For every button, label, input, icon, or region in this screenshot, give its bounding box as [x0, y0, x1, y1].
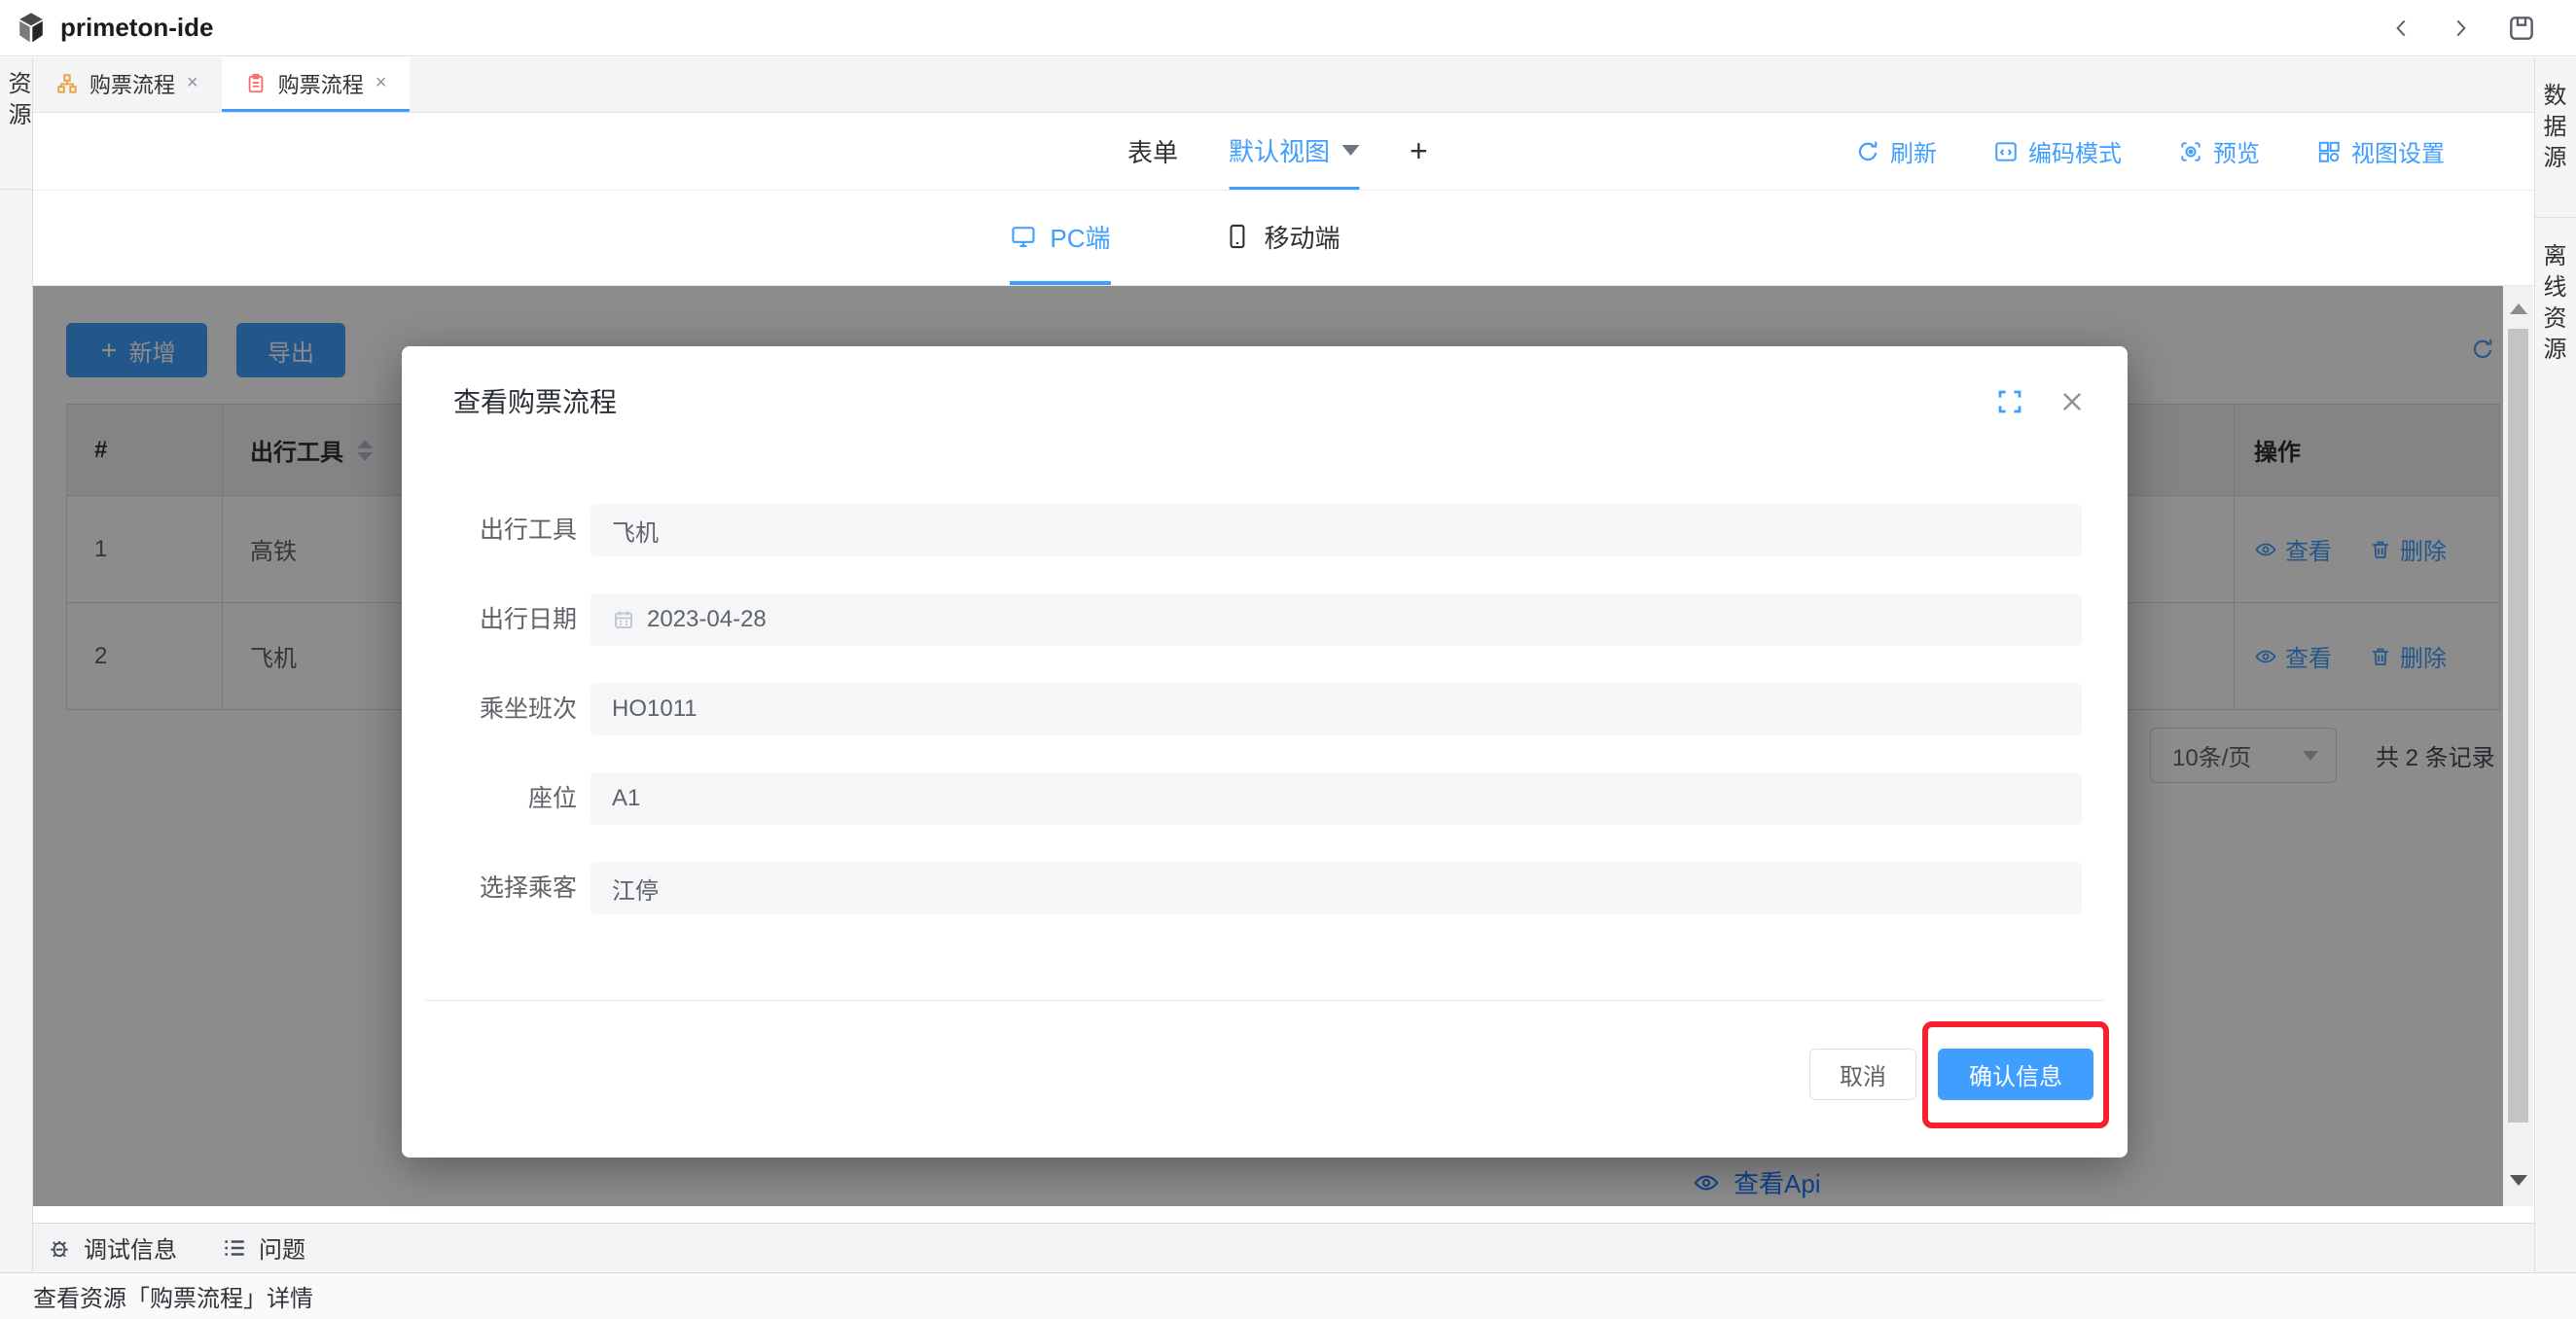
travel-date-field[interactable]: 2023-04-28 [590, 593, 2082, 646]
close-tab-icon[interactable]: × [187, 72, 198, 94]
bug-icon [47, 1235, 72, 1261]
grid-settings-icon [2316, 139, 2342, 164]
field-label: 乘坐班次 [402, 683, 577, 735]
rail-offline-resources[interactable]: 离线资源 [2535, 218, 2576, 409]
debug-info-button[interactable]: 调试信息 [47, 1230, 177, 1265]
field-label: 选择乘客 [402, 862, 577, 914]
passenger-field[interactable]: 江停 [590, 862, 2082, 914]
tab-mobile[interactable]: 移动端 [1224, 192, 1341, 285]
primeton-logo-icon [16, 12, 47, 45]
confirm-info-button[interactable]: 确认信息 [1938, 1049, 2093, 1100]
refresh-button[interactable]: 刷新 [1855, 134, 1937, 168]
field-label: 出行日期 [402, 593, 577, 646]
form-menu[interactable]: 表单 [1127, 133, 1178, 169]
tab-form-active[interactable]: 购票流程 × [222, 57, 411, 112]
history-back-icon[interactable] [2389, 16, 2415, 41]
field-row: 选择乘客 江停 [402, 862, 2128, 914]
view-toolbar: 表单 默认视图 + 刷新 编码模式 预览 视图设置 [33, 113, 2534, 191]
view-settings-button[interactable]: 视图设置 [2316, 134, 2445, 168]
calendar-icon [612, 608, 635, 631]
code-window-icon [1993, 139, 2019, 164]
scroll-up-icon[interactable] [2510, 303, 2527, 314]
status-bar: 查看资源「购票流程」详情 [0, 1272, 2576, 1319]
list-icon [222, 1235, 247, 1261]
monitor-icon [1009, 223, 1036, 250]
preview-button[interactable]: 预览 [2178, 134, 2260, 168]
field-row: 出行工具 飞机 [402, 504, 2128, 556]
field-row: 出行日期 2023-04-28 [402, 593, 2128, 646]
problems-button[interactable]: 问题 [222, 1230, 305, 1265]
debug-bar: 调试信息 问题 [33, 1223, 2534, 1271]
phone-icon [1224, 223, 1251, 250]
flight-number-field[interactable]: HO1011 [590, 683, 2082, 735]
rail-datasource[interactable]: 数据源 [2535, 57, 2576, 218]
add-view-button[interactable]: + [1410, 133, 1428, 169]
refresh-icon [1855, 139, 1880, 164]
tab-label: 购票流程 [89, 68, 175, 99]
cancel-button[interactable]: 取消 [1809, 1049, 1916, 1100]
travel-tool-field[interactable]: 飞机 [590, 504, 2082, 556]
save-icon[interactable] [2506, 13, 2537, 44]
history-forward-icon[interactable] [2448, 16, 2473, 41]
chevron-down-icon [1342, 145, 1359, 156]
code-mode-button[interactable]: 编码模式 [1993, 134, 2122, 168]
scroll-down-icon[interactable] [2510, 1175, 2527, 1186]
default-view-selector[interactable]: 默认视图 [1229, 113, 1359, 190]
close-tab-icon[interactable]: × [376, 72, 387, 94]
field-label: 座位 [402, 772, 577, 825]
dialog-title: 查看购票流程 [453, 381, 617, 420]
preview-eye-icon [2178, 139, 2203, 164]
workflow-icon [56, 73, 78, 94]
scrollbar-thumb[interactable] [2508, 329, 2528, 1123]
app-title: primeton-ide [60, 13, 213, 43]
device-tabs: PC端 移动端 [33, 192, 2534, 286]
close-icon[interactable] [2057, 387, 2087, 416]
status-message: 查看资源「购票流程」详情 [33, 1279, 313, 1313]
form-doc-icon [245, 73, 267, 94]
field-label: 出行工具 [402, 504, 577, 556]
tab-flow[interactable]: 购票流程 × [33, 57, 222, 112]
fullscreen-icon[interactable] [1995, 387, 2024, 416]
left-rail: 资源 [0, 57, 33, 1272]
tab-pc[interactable]: PC端 [1009, 192, 1110, 285]
field-row: 乘坐班次 HO1011 [402, 683, 2128, 735]
view-record-dialog: 查看购票流程 出行工具 飞机 出行日期 2023-04-28 乘坐班次 [402, 346, 2128, 1158]
app-window: primeton-ide 资源 数据源 离线资源 [0, 0, 2576, 1319]
rail-resources[interactable]: 资源 [0, 71, 32, 190]
editor-tabstrip: 购票流程 × 购票流程 × [33, 57, 2534, 113]
footer-divider [425, 1000, 2104, 1001]
title-bar: primeton-ide [0, 0, 2576, 56]
field-row: 座位 A1 [402, 772, 2128, 825]
seat-field[interactable]: A1 [590, 772, 2082, 825]
right-rail: 数据源 离线资源 [2534, 57, 2576, 1272]
tab-label: 购票流程 [278, 68, 364, 99]
vertical-scrollbar[interactable] [2503, 286, 2533, 1206]
